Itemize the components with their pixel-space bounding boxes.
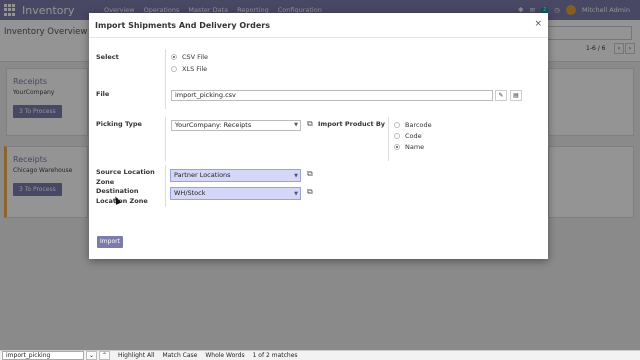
picking-type-select[interactable]: YourCompany: Receipts ▼ [171, 120, 301, 131]
radio-label: Code [405, 132, 422, 140]
import-by-label: Import Product By [318, 120, 386, 128]
picking-type-value: YourCompany: Receipts [175, 121, 252, 129]
file-label: File [96, 90, 110, 98]
find-input[interactable]: import_picking [2, 351, 84, 360]
caret-down-icon: ▼ [294, 191, 298, 197]
source-location-select[interactable]: Partner Locations ▼ [170, 169, 301, 182]
modal-title: Import Shipments And Delivery Orders [95, 21, 270, 30]
divider [165, 117, 166, 161]
destination-location-value: WH/Stock [174, 189, 206, 197]
close-icon[interactable]: × [534, 19, 542, 29]
radio-checked-icon[interactable] [394, 144, 400, 150]
file-field[interactable]: import_picking.csv [171, 90, 493, 101]
radio-barcode[interactable]: Barcode [394, 121, 432, 129]
caret-down-icon: ▼ [294, 173, 298, 179]
radio-csv[interactable]: CSV File [171, 53, 208, 61]
radio-unchecked-icon[interactable] [171, 66, 177, 72]
pencil-icon[interactable]: ✎ [495, 90, 507, 101]
radio-xls[interactable]: XLS File [171, 65, 207, 73]
radio-checked-icon[interactable] [171, 54, 177, 60]
radio-label: Name [405, 143, 425, 151]
radio-name[interactable]: Name [394, 143, 424, 151]
whole-words-toggle[interactable]: Whole Words [205, 352, 244, 359]
trash-icon[interactable]: ▤ [510, 90, 522, 101]
source-location-label: Source Location Zone [96, 168, 155, 186]
import-button[interactable]: Import [97, 236, 123, 248]
caret-down-icon: ▼ [294, 122, 298, 128]
divider [165, 87, 166, 109]
match-case-toggle[interactable]: Match Case [162, 352, 197, 359]
highlight-all-toggle[interactable]: Highlight All [118, 352, 154, 359]
external-link-icon[interactable]: ⧉ [307, 169, 313, 179]
select-label: Select [96, 53, 119, 61]
divider [388, 117, 389, 161]
find-bar: import_picking ⌄ ⌃ Highlight All Match C… [0, 350, 640, 360]
picking-type-label: Picking Type [96, 120, 142, 128]
import-dialog: Import Shipments And Delivery Orders × S… [89, 13, 548, 259]
radio-label: CSV File [182, 53, 209, 61]
destination-location-label: Destination Location Zone [96, 187, 148, 205]
external-link-icon[interactable]: ⧉ [307, 187, 313, 197]
radio-label: Barcode [405, 121, 432, 129]
find-result-count: 1 of 2 matches [252, 352, 298, 359]
destination-location-select[interactable]: WH/Stock ▼ [170, 187, 301, 200]
find-next-button[interactable]: ⌃ [99, 351, 110, 360]
find-previous-button[interactable]: ⌄ [86, 351, 97, 360]
divider [165, 49, 166, 87]
modal-footer: Import [89, 236, 548, 259]
radio-unchecked-icon[interactable] [394, 133, 400, 139]
modal-header: Import Shipments And Delivery Orders × [89, 13, 548, 38]
source-location-value: Partner Locations [174, 171, 231, 179]
radio-label: XLS File [182, 65, 208, 73]
radio-unchecked-icon[interactable] [394, 122, 400, 128]
radio-code[interactable]: Code [394, 132, 422, 140]
external-link-icon[interactable]: ⧉ [307, 119, 313, 129]
